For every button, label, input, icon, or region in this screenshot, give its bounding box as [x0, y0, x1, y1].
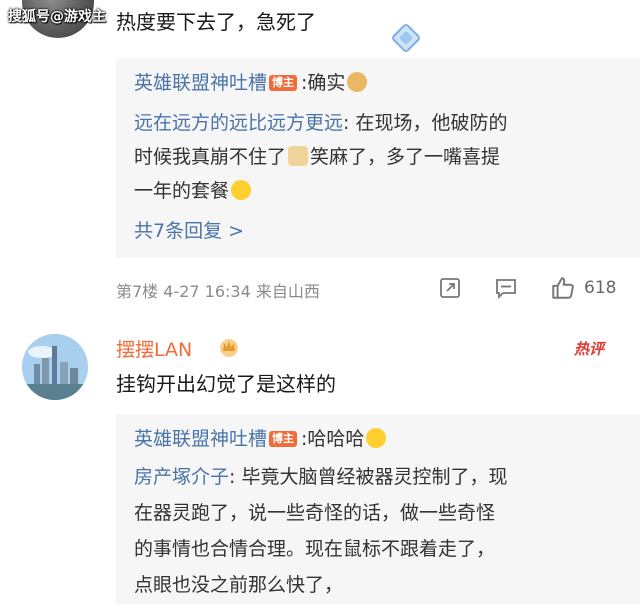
reply-author[interactable]: 房产塚介子	[134, 466, 229, 488]
watermark: 搜狐号@游戏主	[8, 9, 106, 25]
reply-text: 一年的套餐	[134, 180, 230, 202]
reply-author[interactable]: 英雄联盟神吐槽	[134, 428, 267, 450]
reply-text: 时候我真崩不住了	[134, 146, 287, 168]
reply-text: :哈哈哈	[301, 428, 365, 450]
reply-text: : 在现场，他破防的	[343, 112, 508, 134]
comment-text: 热度要下去了，急死了	[116, 10, 316, 34]
reply-item: 英雄联盟神吐槽 博主:哈哈哈	[134, 422, 388, 456]
reply-author[interactable]: 远在远方的远比远方更远	[134, 112, 343, 134]
laugh-emoji-icon	[231, 180, 252, 200]
reply-item-cont: 时候我真崩不住了 笑麻了，多了一嘴喜提	[134, 140, 500, 174]
avatar[interactable]	[22, 334, 88, 400]
avatar-image	[22, 334, 88, 400]
username[interactable]: 摆摆LAN	[116, 335, 192, 362]
reply-item: 房产塚介子: 毕竟大脑曾经被器灵控制了，现	[134, 460, 507, 494]
dog-emoji-icon	[347, 72, 368, 92]
comment-meta: 第7楼 4-27 16:34 来自山西	[116, 278, 320, 302]
reply-item-cont: 点眼也没之前那么快了，	[134, 568, 343, 602]
reply-box: 英雄联盟神吐槽 博主:哈哈哈 房产塚介子: 毕竟大脑曾经被器灵控制了，现 在器灵跑…	[116, 414, 640, 604]
like-icon[interactable]	[550, 275, 576, 301]
username-text: 摆摆LAN	[116, 339, 193, 361]
comment-icon[interactable]	[494, 276, 518, 300]
hot-comment-badge: 热评	[574, 340, 605, 358]
laugh-emoji-icon	[366, 428, 387, 448]
reply-text: 在器灵跑了，说一些奇怪的话，做一些奇怪	[134, 502, 496, 524]
reply-text: :确实	[301, 72, 346, 94]
reply-item: 英雄联盟神吐槽 博主:确实	[134, 66, 369, 100]
reply-text: : 毕竟大脑曾经被器灵控制了，现	[229, 466, 508, 488]
reply-text: 点眼也没之前那么快了，	[134, 574, 344, 596]
timestamp: 4-27 16:34	[163, 282, 251, 301]
author-badge: 博主	[269, 431, 298, 447]
reply-author[interactable]: 英雄联盟神吐槽	[134, 72, 267, 94]
reply-text: 的事情也合情合理。现在鼠标不跟着走了，	[134, 538, 496, 560]
cat-emoji-icon	[288, 146, 309, 166]
reply-box: 英雄联盟神吐槽 博主:确实 远在远方的远比远方更远: 在现场，他破防的 时候我真崩…	[116, 58, 640, 258]
reply-item-cont: 的事情也合情合理。现在鼠标不跟着走了，	[134, 532, 495, 566]
more-replies-link[interactable]: 共7条回复 >	[134, 216, 244, 243]
reply-item-cont: 在器灵跑了，说一些奇怪的话，做一些奇怪	[134, 496, 495, 530]
location: 来自山西	[255, 282, 320, 301]
comment-text: 挂钩开出幻觉了是这样的	[116, 372, 336, 396]
reply-item: 远在远方的远比远方更远: 在现场，他破防的	[134, 106, 507, 140]
like-count: 618	[584, 278, 617, 298]
reply-item-cont: 一年的套餐	[134, 174, 253, 208]
share-icon[interactable]	[438, 276, 462, 300]
crown-icon	[220, 339, 238, 357]
author-badge: 博主	[269, 75, 298, 91]
diamond-sticker-icon	[392, 24, 420, 52]
floor-number: 第7楼	[116, 282, 159, 301]
reply-text: 笑麻了，多了一嘴喜提	[310, 146, 501, 168]
